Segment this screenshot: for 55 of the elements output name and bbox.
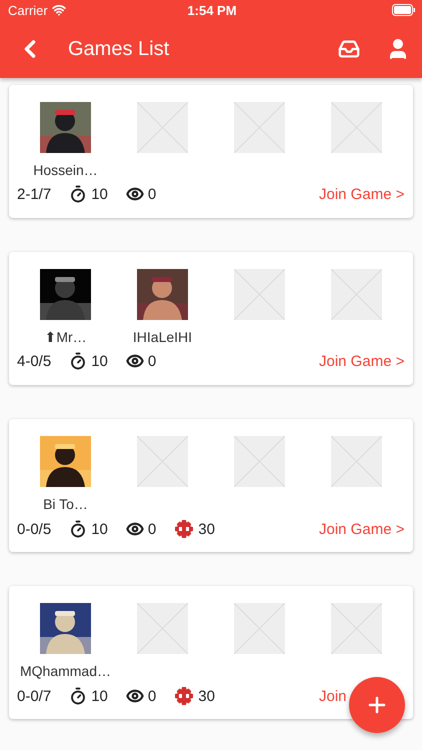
image-placeholder-icon — [331, 102, 382, 153]
image-placeholder-icon — [137, 603, 188, 654]
image-placeholder-icon — [331, 436, 382, 487]
image-placeholder-icon — [137, 436, 188, 487]
timer-value: 10 — [91, 352, 108, 370]
join-game-link[interactable]: Join Game > — [319, 520, 404, 538]
join-game-link[interactable]: Join Game > — [319, 186, 404, 202]
timer-icon — [69, 687, 88, 705]
player-name: MQhammad… — [20, 662, 112, 680]
timer-icon — [69, 185, 88, 203]
image-placeholder-icon — [234, 269, 285, 320]
eye-icon — [126, 687, 144, 705]
viewer-count: 0 — [148, 352, 156, 370]
player-name: Bi To… — [43, 495, 88, 513]
image-placeholder-icon — [137, 102, 188, 153]
timer-value: 10 — [91, 520, 108, 538]
gear-icon — [174, 686, 194, 706]
player-name: IHIaLeIHI — [132, 328, 192, 346]
image-placeholder-icon — [331, 269, 382, 320]
wifi-icon — [52, 3, 66, 17]
game-card[interactable]: Hossein… 2-1/7 10 0 Join Game > — [9, 85, 413, 218]
coin-amount: 30 — [198, 688, 215, 704]
player-name: ⬆Mr… — [44, 328, 87, 346]
score-label: 0-0/5 — [17, 520, 52, 538]
viewer-count: 0 — [148, 688, 156, 704]
viewer-count: 0 — [148, 520, 156, 538]
timer-value: 10 — [91, 186, 108, 202]
score-label: 4-0/5 — [17, 352, 52, 370]
image-placeholder-icon — [331, 603, 382, 654]
game-card[interactable]: MQhammad… 0-0/7 10 0 30 Join — [9, 586, 413, 719]
inbox-button[interactable] — [338, 38, 360, 60]
game-card[interactable]: Bi To… 0-0/5 10 0 30 Join Game > — [9, 419, 413, 552]
carrier-label: Carrier — [8, 2, 48, 18]
image-placeholder-icon — [234, 603, 285, 654]
join-game-link[interactable]: Join — [319, 688, 347, 704]
score-label: 2-1/7 — [17, 186, 52, 202]
viewer-count: 0 — [148, 186, 156, 202]
inbox-icon — [338, 38, 360, 60]
player-name: Hossein… — [33, 161, 98, 179]
battery-icon — [392, 4, 416, 16]
eye-icon — [126, 185, 144, 203]
timer-value: 10 — [91, 688, 108, 704]
eye-icon — [126, 352, 144, 370]
eye-icon — [126, 520, 144, 538]
join-game-link[interactable]: Join Game > — [319, 352, 404, 370]
clock: 1:54 PM — [187, 2, 237, 18]
image-placeholder-icon — [234, 436, 285, 487]
score-label: 0-0/7 — [17, 688, 52, 704]
image-placeholder-icon — [234, 102, 285, 153]
timer-icon — [69, 520, 88, 538]
gear-icon — [174, 519, 194, 539]
game-card[interactable]: ⬆Mr… IHIaLeIHI 4-0/5 10 0 Join Game > — [9, 252, 413, 385]
timer-icon — [69, 352, 88, 370]
coin-amount: 30 — [198, 520, 215, 538]
page-title: Games List — [68, 38, 170, 60]
